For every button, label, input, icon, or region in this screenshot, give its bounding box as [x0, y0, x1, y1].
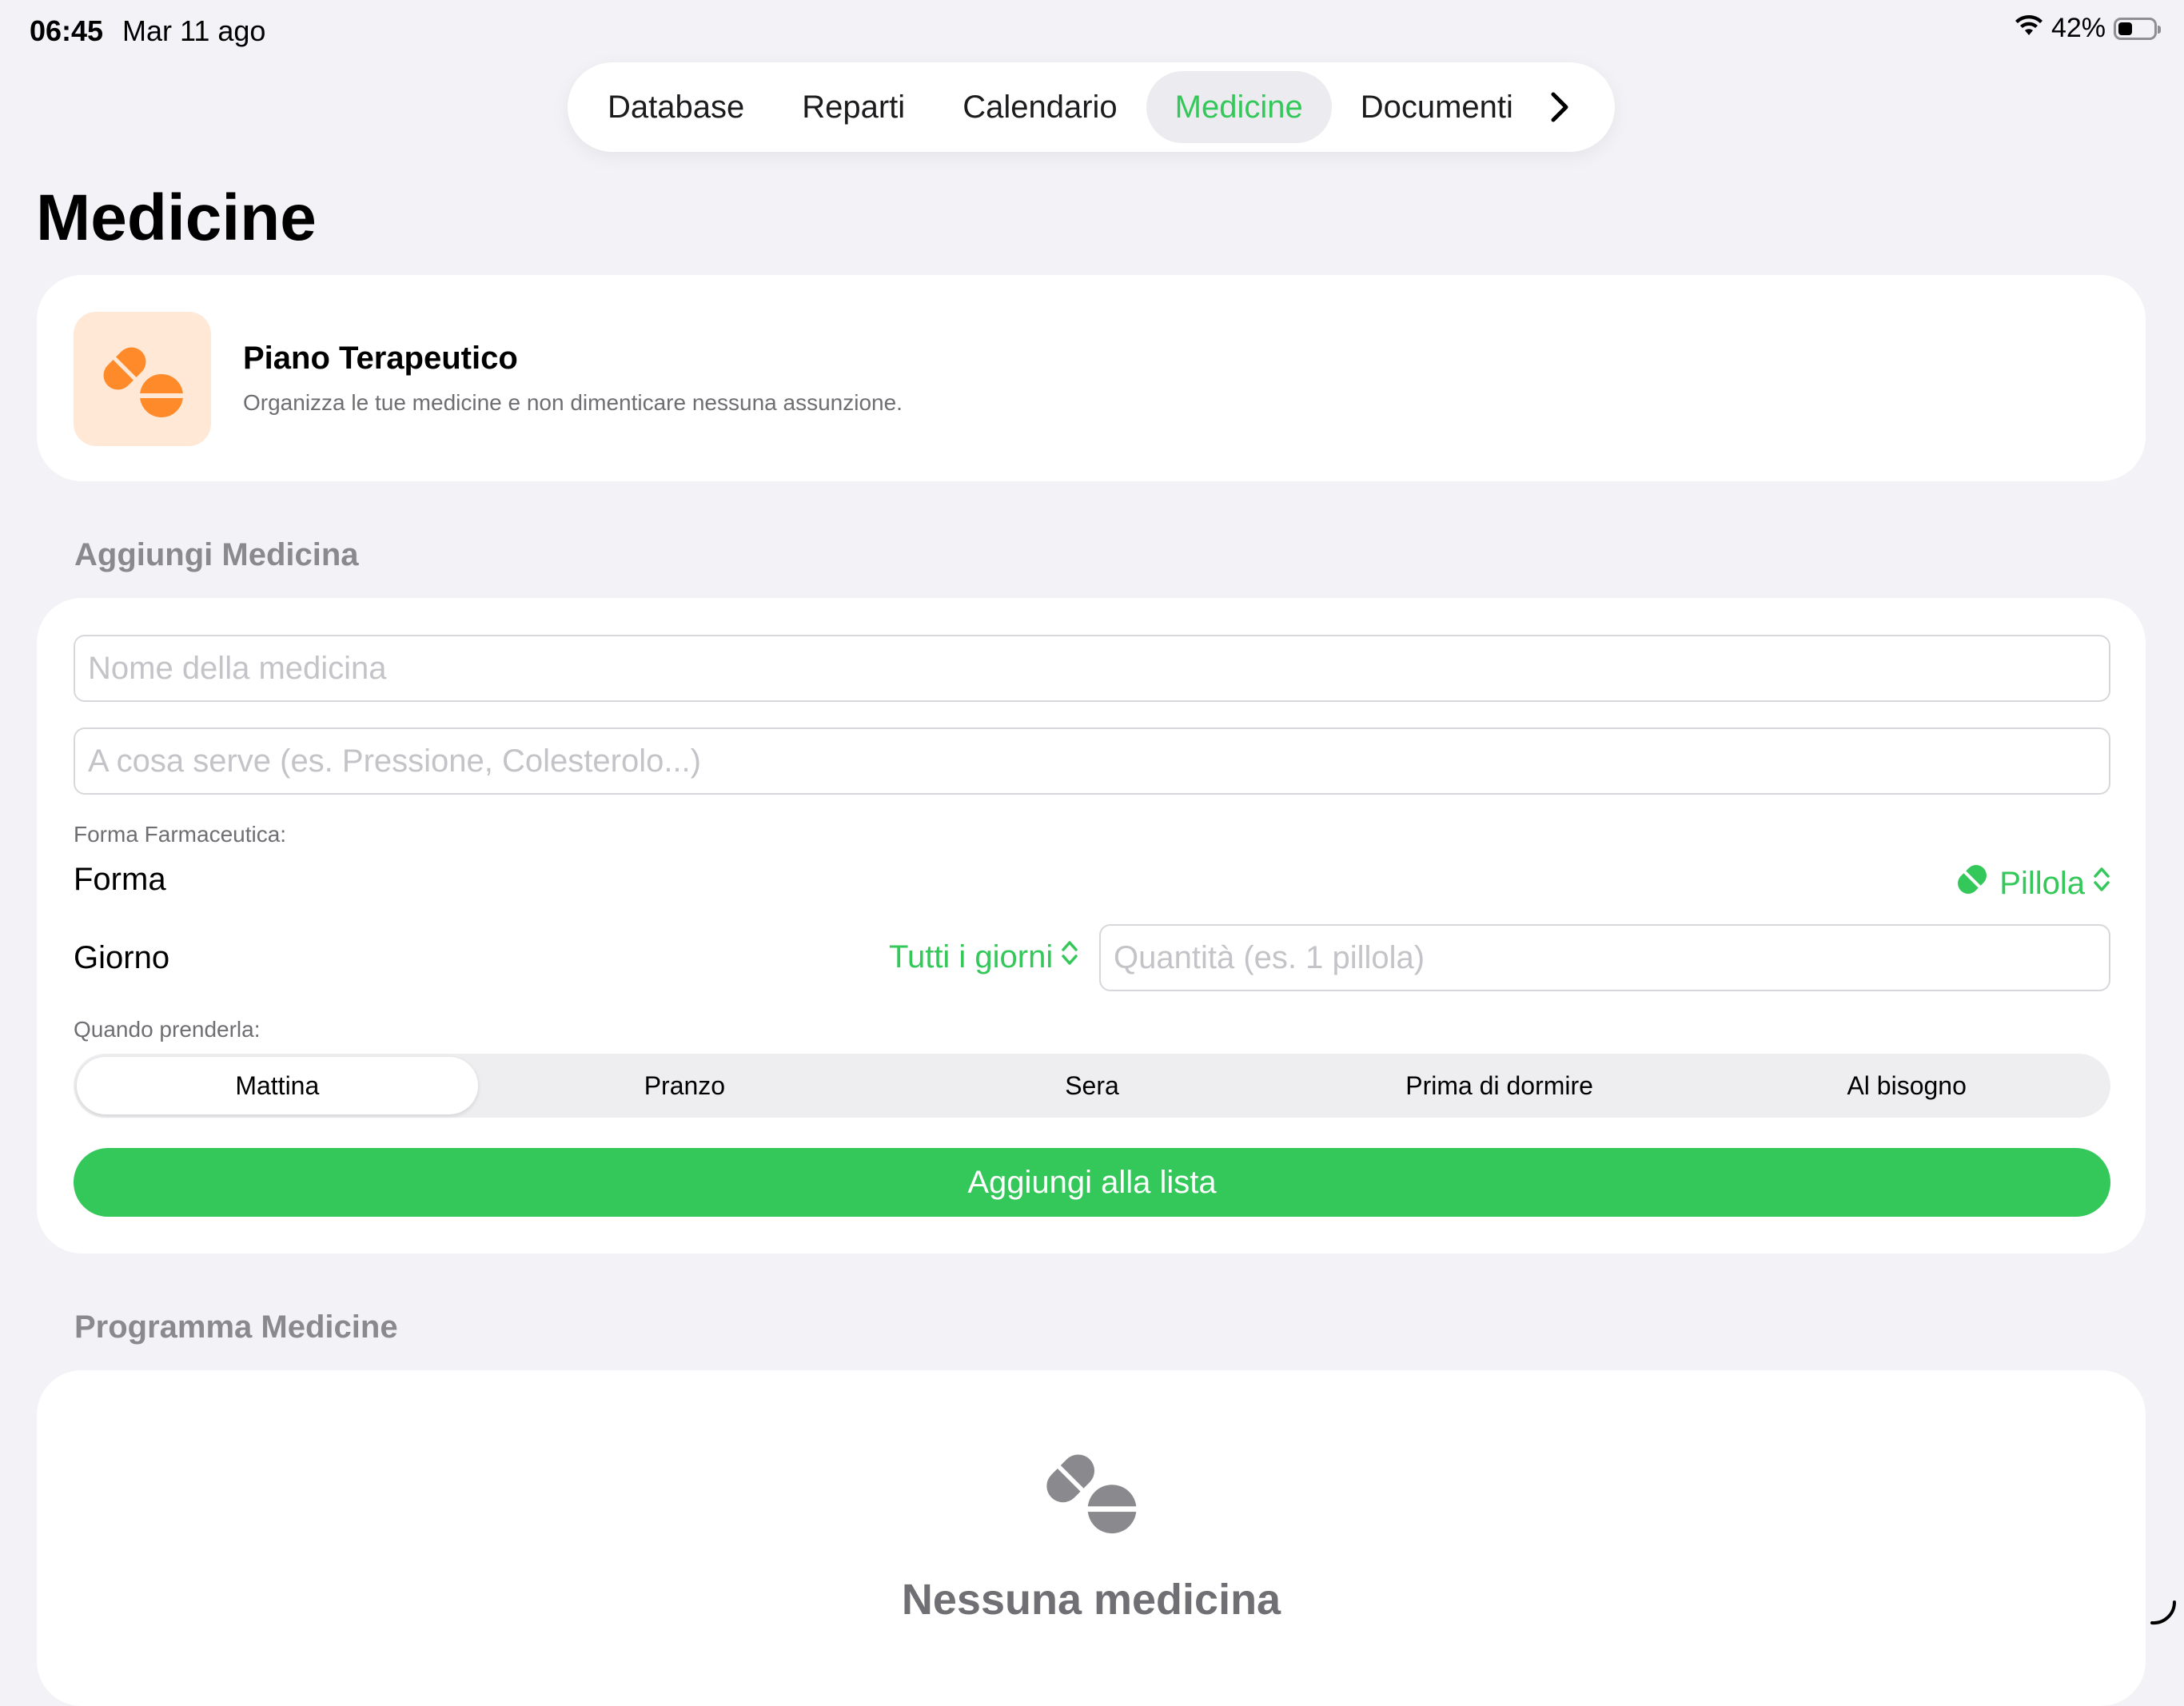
tab-calendario[interactable]: Calendario: [934, 71, 1146, 143]
pills-icon: [74, 312, 211, 446]
hero-subtitle: Organizza le tue medicine e non dimentic…: [243, 390, 903, 415]
form-value: Pillola: [1999, 865, 2085, 901]
day-label: Giorno: [74, 940, 170, 975]
top-tab-bar: Database Reparti Calendario Medicine Doc…: [568, 62, 1615, 152]
segment-prima-di-dormire[interactable]: Prima di dormire: [1299, 1057, 1700, 1114]
medicine-schedule-card: Nessuna medicina: [37, 1370, 2146, 1706]
chevron-up-down-icon: [1061, 939, 1078, 975]
segment-mattina[interactable]: Mattina: [77, 1057, 478, 1114]
segment-al-bisogno[interactable]: Al bisogno: [1706, 1057, 2107, 1114]
chevron-up-down-icon: [2093, 865, 2110, 902]
time-of-day-segmented-control: Mattina Pranzo Sera Prima di dormire Al …: [74, 1054, 2110, 1118]
medicine-purpose-input[interactable]: [74, 727, 2110, 795]
tab-medicine[interactable]: Medicine: [1146, 71, 1332, 143]
tab-database[interactable]: Database: [579, 71, 773, 143]
schedule-header: Programma Medicine: [74, 1309, 398, 1345]
tab-reparti[interactable]: Reparti: [773, 71, 934, 143]
battery-icon: [2114, 17, 2161, 40]
segment-pranzo[interactable]: Pranzo: [484, 1057, 886, 1114]
status-time: 06:45: [30, 14, 104, 47]
chevron-right-icon[interactable]: [1548, 71, 1571, 143]
empty-state-title: Nessuna medicina: [901, 1576, 1281, 1624]
page-title: Medicine: [36, 181, 317, 254]
pill-icon: [1953, 859, 1991, 908]
hero-title: Piano Terapeutico: [243, 341, 518, 376]
day-value: Tutti i giorni: [889, 939, 1054, 975]
form-caption: Forma Farmaceutica:: [74, 822, 287, 847]
quantity-input[interactable]: [1099, 924, 2110, 991]
status-right: 42%: [2015, 13, 2161, 44]
medicine-name-input[interactable]: [74, 635, 2110, 702]
tab-documenti[interactable]: Documenti: [1332, 71, 1542, 143]
therapy-plan-card: Piano Terapeutico Organizza le tue medic…: [37, 275, 2146, 481]
form-label: Forma: [74, 862, 166, 897]
add-medicine-header: Aggiungi Medicina: [74, 537, 359, 572]
day-picker[interactable]: Tutti i giorni: [889, 939, 1078, 975]
wifi-icon: [2015, 13, 2043, 44]
when-caption: Quando prenderla:: [74, 1017, 261, 1042]
pills-icon: [1034, 1441, 1146, 1544]
segment-sera[interactable]: Sera: [891, 1057, 1293, 1114]
loading-spinner-icon: [2147, 1596, 2179, 1632]
form-picker[interactable]: Pillola: [1953, 859, 2110, 908]
status-bar: 06:45 Mar 11 ago 42%: [0, 0, 2184, 64]
add-medicine-form: Forma Farmaceutica: Forma Pillola Giorno…: [37, 598, 2146, 1254]
battery-percent: 42%: [2050, 13, 2106, 43]
status-date: Mar 11 ago: [122, 14, 266, 47]
add-to-list-button[interactable]: Aggiungi alla lista: [74, 1148, 2110, 1217]
